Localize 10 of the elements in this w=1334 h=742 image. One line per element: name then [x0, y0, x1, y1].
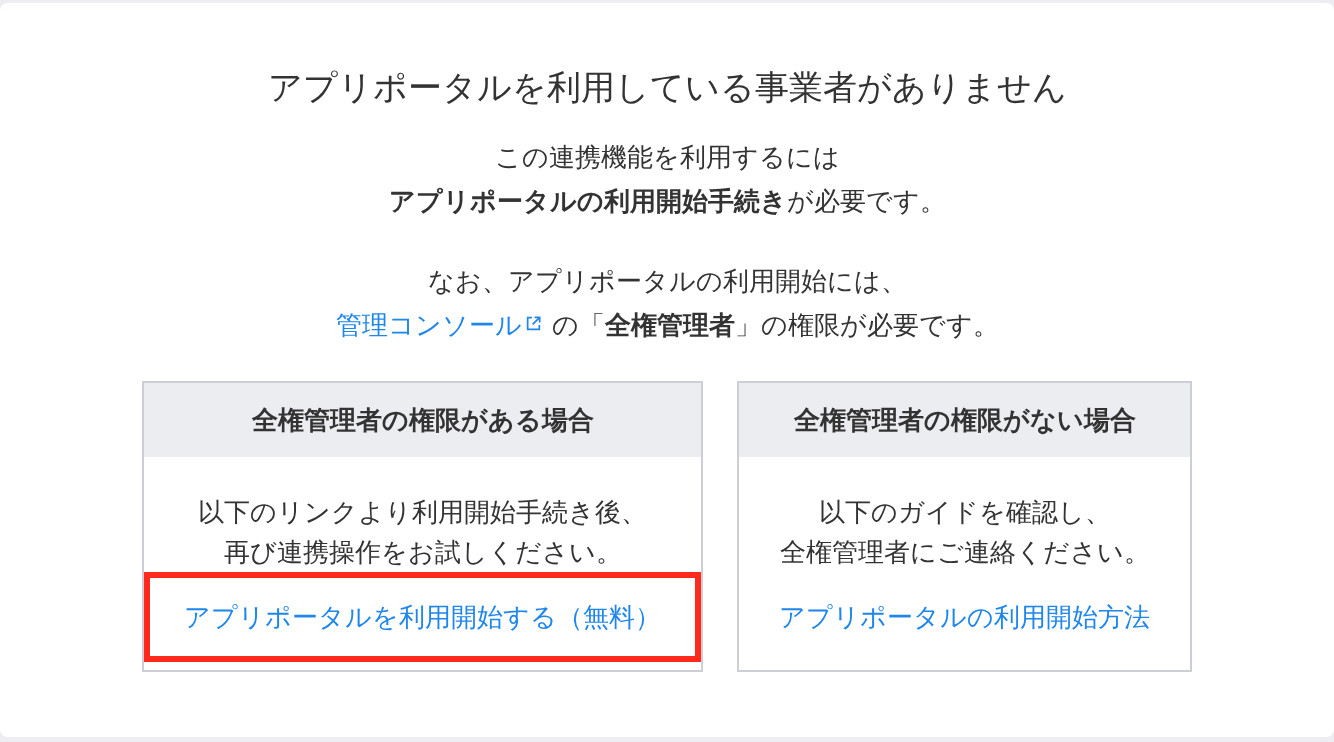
card-link[interactable]: アプリポータルを利用開始する（無料）	[184, 602, 661, 632]
note-text: なお、アプリポータルの利用開始には、 管理コンソール の「全権管理者」の権限が必要です。	[335, 265, 999, 342]
card-text: 以下のリンクより利用開始手続き後、 再び連携操作をお試しください。	[198, 496, 647, 569]
console-link[interactable]: 管理コンソール	[335, 310, 542, 340]
intro-text: この連携機能を利用するには アプリポータルの利用開始手続きが必要です。	[388, 141, 946, 218]
card-text: 以下のガイドを確認し、 全権管理者にご連絡ください。	[779, 496, 1150, 569]
card-heading: 全権管理者の権限がない場合	[793, 403, 1136, 437]
page-title: アプリポータルを利用している事業者がありません	[267, 66, 1067, 109]
card-link[interactable]: アプリポータルの利用開始方法	[779, 602, 1150, 632]
card-heading: 全権管理者の権限がある場合	[251, 403, 594, 437]
